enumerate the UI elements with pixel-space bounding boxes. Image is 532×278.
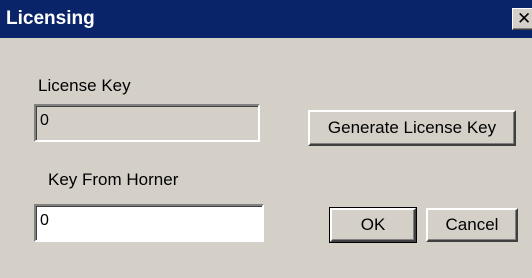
licensing-dialog: Licensing ✕ License Key 0 Generate Licen… <box>0 0 532 278</box>
ok-button[interactable]: OK <box>329 207 417 243</box>
window-title: Licensing <box>6 8 95 29</box>
generate-license-key-button[interactable]: Generate License Key <box>308 110 516 146</box>
close-icon: ✕ <box>517 9 532 29</box>
license-key-field: 0 <box>34 104 260 142</box>
key-from-horner-input[interactable]: 0 <box>34 204 264 242</box>
key-from-horner-label: Key From Horner <box>48 170 179 189</box>
cancel-button[interactable]: Cancel <box>426 208 518 242</box>
close-button[interactable]: ✕ <box>512 8 532 30</box>
license-key-label: License Key <box>38 76 131 95</box>
title-bar: Licensing ✕ <box>0 0 532 38</box>
